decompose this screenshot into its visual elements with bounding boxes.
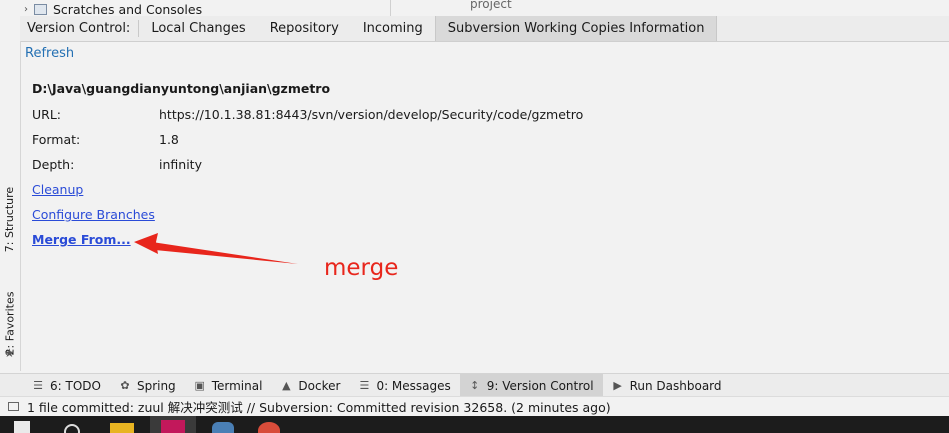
tab-local-changes[interactable]: Local Changes xyxy=(139,16,257,41)
tool-docker-label: Docker xyxy=(298,378,341,393)
messages-icon: ☰ xyxy=(359,379,370,392)
os-taskbar xyxy=(0,416,949,433)
project-label: project xyxy=(470,0,512,11)
file-explorer-icon[interactable] xyxy=(110,423,134,433)
app-icon[interactable] xyxy=(212,422,234,433)
project-tree-strip: › Scratches and Consoles project xyxy=(0,0,949,16)
left-tool-strip: 7: Structure 2: Favorites ★ xyxy=(0,41,21,371)
list-icon: ☰ xyxy=(33,379,43,392)
run-icon: ▶ xyxy=(613,379,622,392)
format-label: Format: xyxy=(32,132,81,147)
tool-terminal-label: Terminal xyxy=(211,378,263,393)
merge-from-link[interactable]: Merge From... xyxy=(32,232,131,247)
tool-todo[interactable]: ☰ 6: TODO xyxy=(0,374,110,397)
tool-version-control-label: 9: Version Control xyxy=(486,378,594,393)
depth-label: Depth: xyxy=(32,157,75,172)
status-message[interactable]: 1 file committed: zuul 解决冲突测试 // Subvers… xyxy=(27,397,611,416)
cleanup-link[interactable]: Cleanup xyxy=(32,182,83,197)
annotation-arrow-icon xyxy=(134,233,298,264)
star-icon: ★ xyxy=(4,346,15,360)
tool-spring-label: Spring xyxy=(136,378,176,393)
tool-todo-label: 6: TODO xyxy=(50,378,101,393)
tool-messages[interactable]: ☰ 0: Messages xyxy=(349,374,459,397)
url-value: https://10.1.38.81:8443/svn/version/deve… xyxy=(159,107,584,122)
browser-icon[interactable] xyxy=(258,422,280,433)
tree-row-scratches[interactable]: › Scratches and Consoles xyxy=(24,1,203,17)
terminal-icon: ▣ xyxy=(194,379,205,392)
tool-run-dashboard[interactable]: ▶ Run Dashboard xyxy=(603,374,731,397)
tab-incoming[interactable]: Incoming xyxy=(351,16,435,41)
url-label: URL: xyxy=(32,107,62,122)
spring-leaf-icon: ✿ xyxy=(120,379,130,392)
search-icon[interactable] xyxy=(64,424,80,433)
taskbar-active-app[interactable] xyxy=(150,416,196,433)
docker-icon: ▲ xyxy=(282,379,291,392)
panel-divider xyxy=(390,0,391,16)
tool-run-dashboard-label: Run Dashboard xyxy=(629,378,722,393)
annotation-text: merge xyxy=(324,255,399,281)
tool-version-control[interactable]: ↕ 9: Version Control xyxy=(459,374,603,397)
intellij-icon xyxy=(161,420,185,433)
chevron-right-icon[interactable]: › xyxy=(24,4,28,15)
windows-start-icon[interactable] xyxy=(14,421,30,433)
tool-terminal[interactable]: ▣ Terminal xyxy=(185,374,272,397)
format-value: 1.8 xyxy=(159,132,179,147)
tool-spring[interactable]: ✿ Spring xyxy=(110,374,185,397)
tool-docker[interactable]: ▲ Docker xyxy=(271,374,349,397)
side-tab-structure[interactable]: 7: Structure xyxy=(0,174,20,264)
refresh-link[interactable]: Refresh xyxy=(25,46,74,61)
side-tab-structure-label: 7: Structure xyxy=(3,186,17,252)
working-copy-path: D:\Java\guangdianyuntong\anjian\gzmetro xyxy=(32,81,331,96)
tool-messages-label: 0: Messages xyxy=(376,378,451,393)
configure-branches-link[interactable]: Configure Branches xyxy=(32,207,155,222)
tree-item-label: Scratches and Consoles xyxy=(53,1,203,17)
status-bar: 1 file committed: zuul 解决冲突测试 // Subvers… xyxy=(0,396,949,416)
status-window-icon[interactable] xyxy=(8,402,19,411)
tab-repository[interactable]: Repository xyxy=(258,16,351,41)
version-control-icon: ↕ xyxy=(470,379,480,392)
tab-subversion-working-copies[interactable]: Subversion Working Copies Information xyxy=(434,16,718,41)
bottom-tool-bar: ☰ 6: TODO ✿ Spring ▣ Terminal ▲ Docker ☰… xyxy=(0,373,949,397)
depth-value: infinity xyxy=(159,157,202,172)
tabbar-label: Version Control: xyxy=(27,21,131,36)
version-control-tabbar: Version Control: Local Changes Repositor… xyxy=(20,16,949,42)
scratches-icon xyxy=(34,3,47,15)
